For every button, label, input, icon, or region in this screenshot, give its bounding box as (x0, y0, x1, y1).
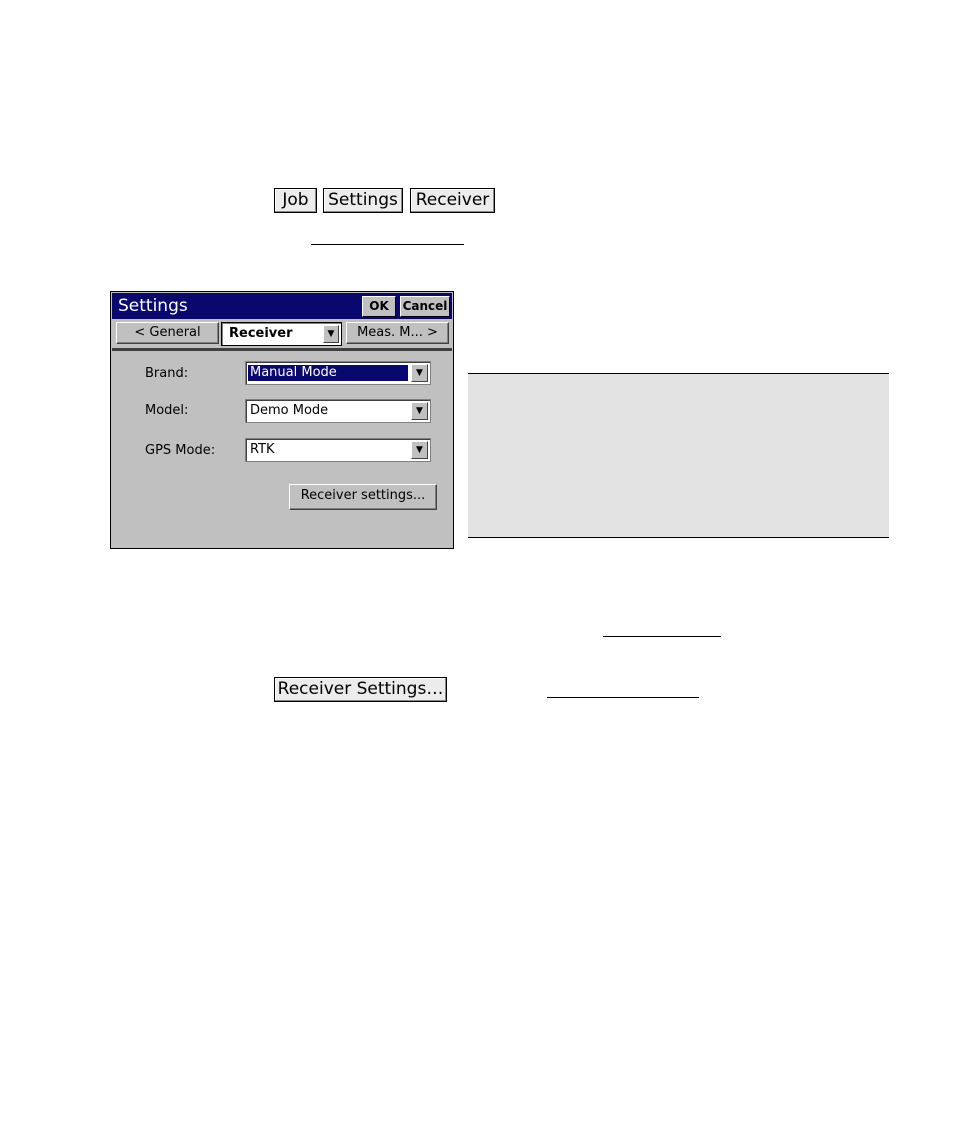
settings-dialog: Settings OK Cancel < General Receiver ▼ … (110, 291, 454, 549)
receiver-menu-button[interactable]: Receiver (410, 188, 495, 213)
blank-underline (547, 697, 699, 698)
tab-meas-mode[interactable]: Meas. M... > (346, 322, 449, 344)
model-label: Model: (145, 403, 189, 418)
chevron-down-icon[interactable]: ▼ (323, 325, 339, 343)
dialog-titlebar: Settings OK Cancel (112, 293, 452, 319)
settings-menu-button[interactable]: Settings (323, 188, 403, 213)
gps-mode-value: RTK (250, 442, 275, 457)
receiver-settings-key[interactable]: Receiver Settings… (274, 677, 447, 702)
tab-receiver-label: Receiver (229, 326, 293, 341)
brand-label: Brand: (145, 366, 189, 381)
chevron-down-icon[interactable]: ▼ (411, 364, 428, 382)
gps-mode-label: GPS Mode: (145, 443, 216, 458)
chevron-down-icon[interactable]: ▼ (411, 441, 428, 459)
gps-mode-select[interactable]: RTK ▼ (245, 438, 431, 462)
chevron-down-icon[interactable]: ▼ (411, 402, 428, 420)
blank-underline (603, 636, 721, 637)
job-menu-button[interactable]: Job (274, 188, 317, 213)
cancel-button[interactable]: Cancel (400, 296, 450, 317)
ok-button[interactable]: OK (362, 296, 396, 317)
receiver-settings-button[interactable]: Receiver settings... (289, 484, 437, 510)
model-value: Demo Mode (250, 403, 329, 418)
brand-value: Manual Mode (248, 365, 408, 381)
dialog-title: Settings (118, 296, 188, 316)
tab-divider (112, 348, 452, 351)
model-select[interactable]: Demo Mode ▼ (245, 399, 431, 423)
blank-underline (311, 244, 464, 245)
brand-select[interactable]: Manual Mode ▼ (245, 361, 431, 385)
tab-receiver-dropdown[interactable]: Receiver ▼ (221, 322, 342, 346)
tab-general[interactable]: < General (116, 322, 219, 344)
note-box (468, 373, 889, 538)
